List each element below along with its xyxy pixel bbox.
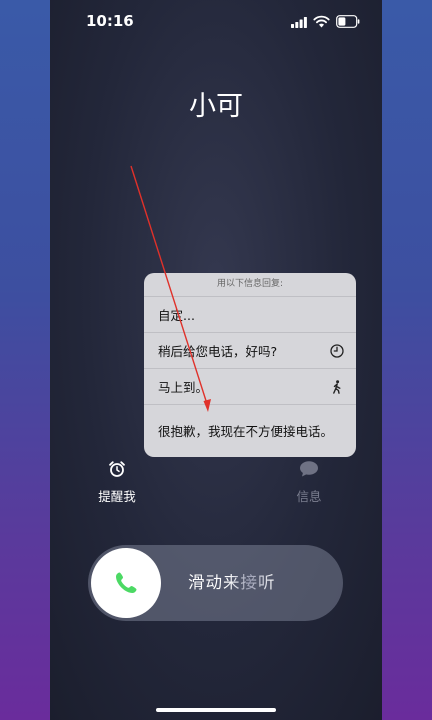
annotation-arrow [130,165,211,412]
